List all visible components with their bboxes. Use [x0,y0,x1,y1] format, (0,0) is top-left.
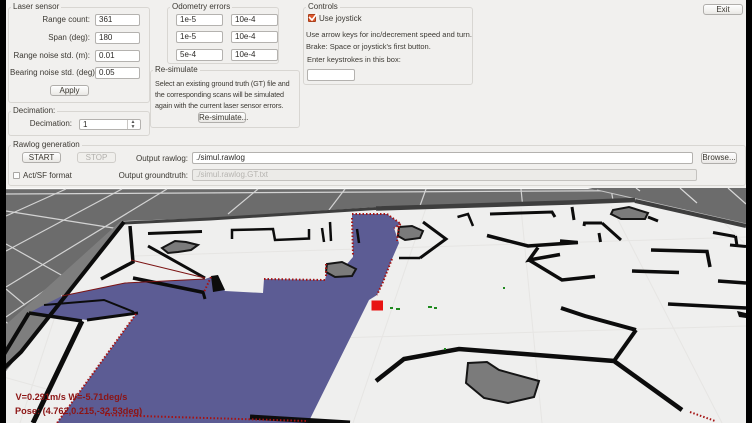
svg-text:V=0.291m/s W=-5.71deg/s: V=0.291m/s W=-5.71deg/s [16,392,128,402]
svg-text:Pose: (4.762,0.215,-32.53deg): Pose: (4.762,0.215,-32.53deg) [15,406,142,416]
